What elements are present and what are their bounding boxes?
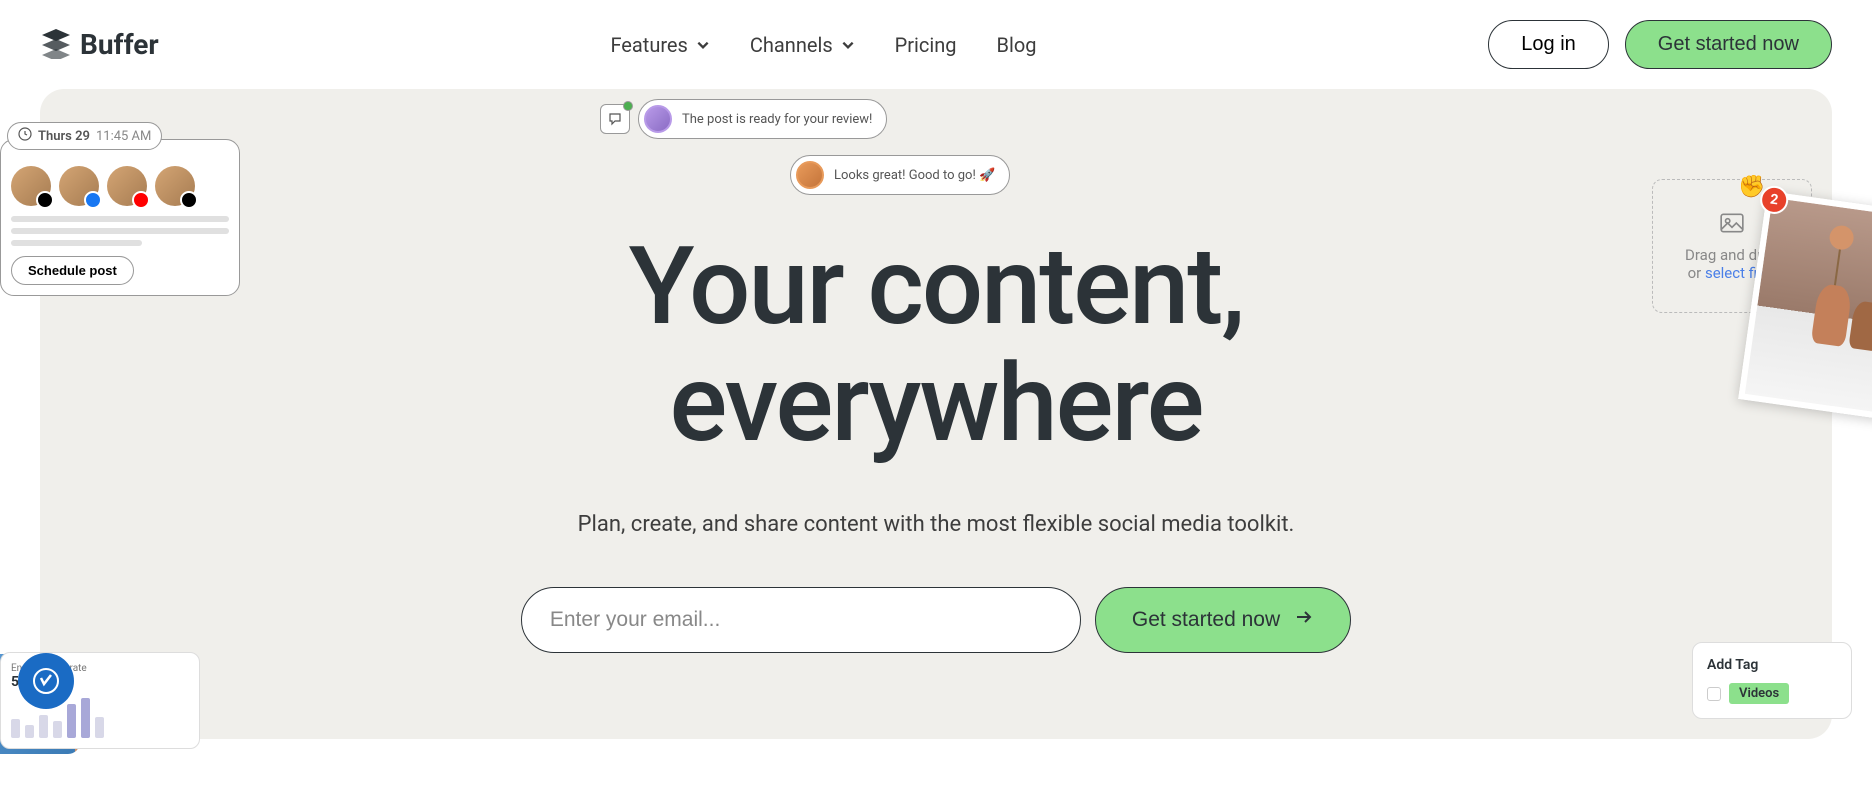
scheduler-datetime: Thurs 29 11:45 AM <box>7 122 162 150</box>
comment-pill: The post is ready for your review! <box>638 99 887 139</box>
avatar <box>644 105 672 133</box>
primary-nav: Features Channels Pricing Blog <box>610 33 1036 57</box>
add-tag-panel: Add Tag Videos <box>1692 642 1852 719</box>
dropzone-prefix: or <box>1688 264 1705 282</box>
hero-subheadline: Plan, create, and share content with the… <box>40 512 1832 537</box>
comment-text: The post is ready for your review! <box>682 112 872 127</box>
text-placeholder <box>11 216 229 246</box>
nav-pricing-label: Pricing <box>895 33 957 57</box>
nav-blog-label: Blog <box>997 33 1037 57</box>
comment-text: Looks great! Good to go! 🚀 <box>834 168 995 183</box>
hero-headline: Your content, everywhere <box>40 229 1832 462</box>
facebook-icon <box>84 191 102 209</box>
hero-content: Your content, everywhere Plan, create, a… <box>40 129 1832 653</box>
tag-row[interactable]: Videos <box>1707 683 1837 704</box>
scheduler-day: Thurs 29 <box>38 129 90 144</box>
comment-pill: Looks great! Good to go! 🚀 <box>790 155 1010 195</box>
get-started-button[interactable]: Get started now <box>1625 20 1832 69</box>
tag-videos: Videos <box>1729 683 1789 704</box>
header-actions: Log in Get started now <box>1488 20 1832 69</box>
chevron-down-icon <box>841 33 855 57</box>
schedule-post-button[interactable]: Schedule post <box>11 256 134 285</box>
accessibility-badge[interactable] <box>18 653 74 709</box>
signup-button[interactable]: Get started now <box>1095 587 1351 653</box>
nav-channels-label: Channels <box>750 33 833 57</box>
nav-features-label: Features <box>610 33 687 57</box>
scheduler-card: Thurs 29 11:45 AM Schedule post <box>0 139 240 296</box>
checkbox[interactable] <box>1707 687 1721 701</box>
scheduler-thumbnails <box>11 166 229 206</box>
logo-text: Buffer <box>80 28 159 61</box>
arrow-right-icon <box>1294 607 1314 633</box>
site-header: Buffer Features Channels Pricing Blog Lo… <box>0 0 1872 89</box>
avatar <box>796 161 824 189</box>
signup-form: Get started now <box>40 587 1832 653</box>
thumbnail <box>59 166 99 206</box>
youtube-icon <box>132 191 150 209</box>
tag-panel-title: Add Tag <box>1707 657 1837 673</box>
approve-comment: Looks great! Good to go! 🚀 <box>790 155 1010 195</box>
signup-button-label: Get started now <box>1132 608 1280 632</box>
grab-cursor-icon: ✊ <box>1736 173 1767 202</box>
tiktok-icon <box>36 191 54 209</box>
headline-line1: Your content, <box>40 229 1832 346</box>
nav-features[interactable]: Features <box>610 33 709 57</box>
scheduler-time: 11:45 AM <box>96 129 151 144</box>
thumbnail <box>11 166 51 206</box>
review-comment: The post is ready for your review! <box>600 99 887 139</box>
x-icon <box>180 191 198 209</box>
headline-line2: everywhere <box>40 346 1832 463</box>
clock-icon <box>18 127 32 145</box>
hero-section: Thurs 29 11:45 AM Schedule post The post… <box>40 89 1832 739</box>
notification-dot <box>623 101 633 111</box>
logo[interactable]: Buffer <box>40 27 159 63</box>
login-button[interactable]: Log in <box>1488 20 1609 69</box>
logo-icon <box>40 27 72 63</box>
email-input[interactable] <box>521 587 1081 653</box>
chevron-down-icon <box>696 33 710 57</box>
thumbnail <box>107 166 147 206</box>
nav-pricing[interactable]: Pricing <box>895 33 957 57</box>
nav-channels[interactable]: Channels <box>750 33 855 57</box>
comment-icon <box>600 104 630 134</box>
thumbnail <box>155 166 195 206</box>
nav-blog[interactable]: Blog <box>997 33 1037 57</box>
